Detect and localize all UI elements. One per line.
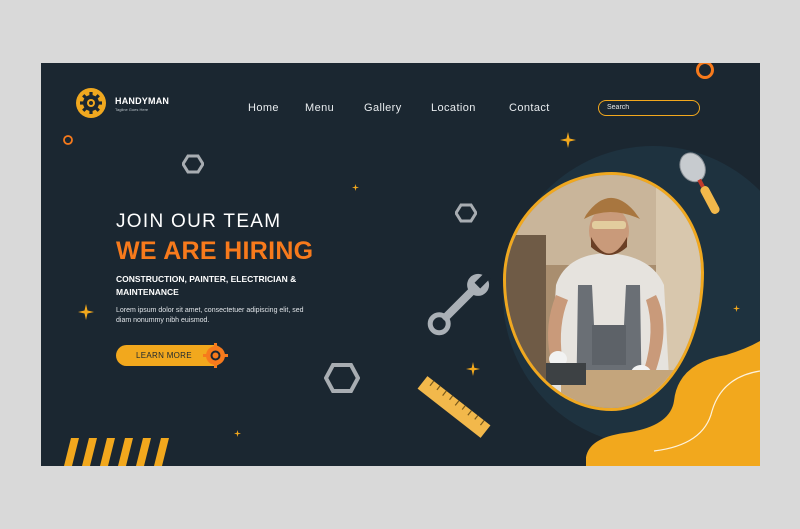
nav-link-gallery[interactable]: Gallery [364,102,402,114]
learn-more-label: LEARN MORE [136,351,192,360]
gear-icon [80,92,102,114]
sparkle-icon [560,132,576,148]
logo-badge[interactable] [76,88,106,118]
nav-link-contact[interactable]: Contact [509,102,550,114]
circle-outline-icon [63,135,73,145]
hex-nut-icon [182,154,204,174]
nav-link-location[interactable]: Location [431,102,476,114]
hero-services: CONSTRUCTION, PAINTER, ELECTRICIAN & MAI… [116,274,297,297]
hero-banner: HANDYMAN Tagline Goes Here Home Menu Gal… [41,63,760,466]
hero-eyebrow: JOIN OUR TEAM [116,211,282,232]
hex-nut-icon [455,203,477,223]
hero-body-text: Lorem ipsum dolor sit amet, consectetuer… [116,307,304,324]
sparkle-icon [733,305,740,312]
sparkle-icon [352,184,359,191]
nav-link-home[interactable]: Home [248,102,279,114]
hero-title: WE ARE HIRING [116,237,314,265]
search-input[interactable] [607,102,693,113]
wave-decoration [586,341,760,466]
sparkle-icon [234,430,241,437]
hex-nut-icon [324,363,360,393]
circle-outline-icon [696,63,714,79]
ruler-icon [417,376,491,438]
search-box[interactable] [598,100,700,116]
logo-name: HANDYMAN [115,96,170,106]
nav-link-menu[interactable]: Menu [305,102,334,114]
wrench-icon [427,272,491,336]
sparkle-icon [466,362,480,376]
logo-tagline: Tagline Goes Here [115,107,149,112]
stripes-decoration [64,438,169,466]
sparkle-icon [78,304,94,320]
gear-icon[interactable] [203,343,228,368]
